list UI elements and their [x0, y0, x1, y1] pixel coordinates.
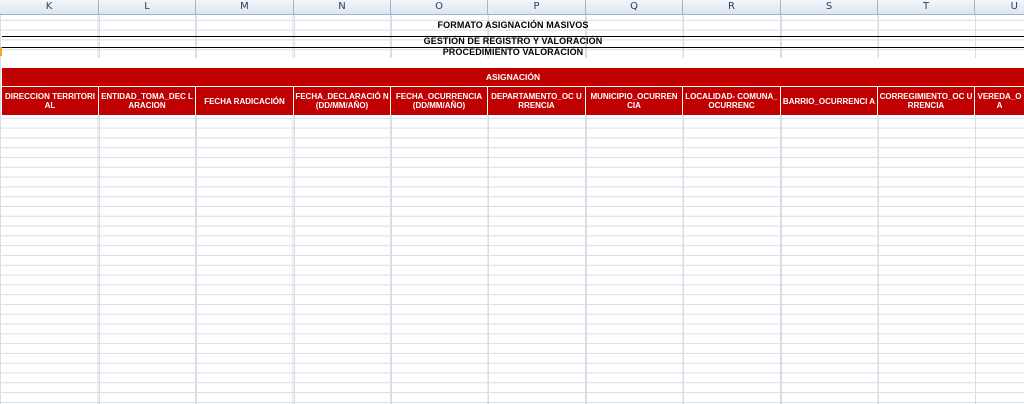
column-header-s[interactable]: S	[781, 0, 878, 14]
header-cell-direccion-territorial[interactable]: DIRECCION TERRITORIAL	[2, 87, 99, 115]
header-cell-localidad-comuna-ocurrencia[interactable]: LOCALIDAD- COMUNA_OCURRENC	[683, 87, 781, 115]
row-marker	[0, 47, 2, 56]
header-cell-fecha-radicacion[interactable]: FECHA RADICACIÓN	[196, 87, 294, 115]
column-header-t[interactable]: T	[878, 0, 975, 14]
empty-row[interactable]	[2, 58, 1024, 68]
column-header-k[interactable]: K	[0, 0, 99, 14]
column-header-l[interactable]: L	[99, 0, 196, 14]
column-header-bar: K L M N O P Q R S T U	[0, 0, 1024, 15]
header-cell-entidad-toma-declaracion[interactable]: ENTIDAD_TOMA_DEC LARACION	[99, 87, 196, 115]
column-header-m[interactable]: M	[196, 0, 294, 14]
column-header-q[interactable]: Q	[586, 0, 683, 14]
header-cell-corregimiento-ocurrencia[interactable]: CORREGIMIENTO_OC URRENCIA	[878, 87, 975, 115]
column-header-u[interactable]: U	[975, 0, 1024, 14]
spreadsheet: K L M N O P Q R S T U FORMATO ASIGNACIÓN…	[0, 0, 1024, 404]
header-cell-municipio-ocurrencia[interactable]: MUNICIPIO_OCURREN CIA	[586, 87, 683, 115]
column-header-p[interactable]: P	[488, 0, 586, 14]
header-cell-barrio-ocurrencia[interactable]: BARRIO_OCURRENCI A	[781, 87, 878, 115]
sheet-title[interactable]: FORMATO ASIGNACIÓN MASIVOS	[2, 15, 1024, 37]
section-banner-asignacion[interactable]: ASIGNACIÓN	[2, 68, 1024, 87]
header-cell-vereda-ocurrencia[interactable]: VEREDA_O A	[975, 87, 1024, 115]
header-cell-fecha-ocurrencia[interactable]: FECHA_OCURRENCIA (DD/MM/AÑO)	[391, 87, 488, 115]
column-header-r[interactable]: R	[683, 0, 781, 14]
column-header-n[interactable]: N	[294, 0, 391, 14]
header-cell-fecha-declaracion[interactable]: FECHA_DECLARACIÓ N(DD/MM/AÑO)	[294, 87, 391, 115]
column-header-o[interactable]: O	[391, 0, 488, 14]
header-cell-departamento-ocurrencia[interactable]: DEPARTAMENTO_OC URRENCIA	[488, 87, 586, 115]
